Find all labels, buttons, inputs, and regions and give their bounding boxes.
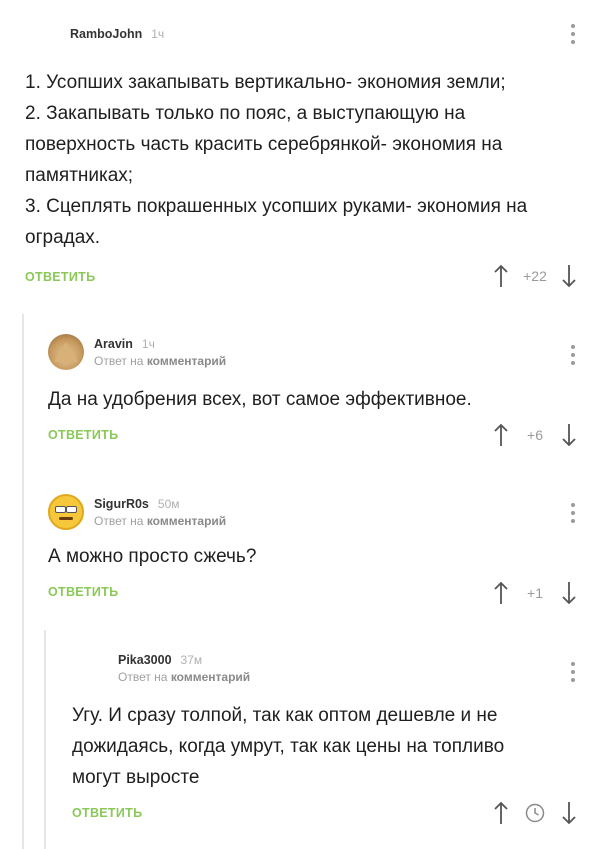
comment-header: RamboJohn 1ч (70, 27, 164, 41)
rating-controls: +6 (493, 423, 577, 447)
rating-value: +22 (523, 268, 547, 284)
reply-to-label: Ответ на комментарий (94, 514, 226, 528)
more-vertical-icon[interactable] (571, 503, 575, 523)
reply-to-label: Ответ на комментарий (94, 354, 226, 368)
comment-time: 1ч (141, 336, 155, 351)
comment-header: Pika3000 37м Ответ на комментарий (118, 653, 250, 684)
comment-text: 1. Усопших закапывать вертикально- эконо… (25, 72, 528, 248)
comment-time: 37м (180, 653, 203, 667)
rating-value: +6 (527, 427, 543, 443)
comment-footer: ОТВЕТИТЬ (72, 806, 142, 820)
more-vertical-icon[interactable] (571, 345, 575, 365)
comment-author[interactable]: SigurR0s (94, 497, 149, 511)
arrow-down-icon[interactable] (561, 423, 577, 447)
avatar[interactable] (48, 334, 84, 370)
rating-controls: +1 (493, 581, 577, 605)
thread-line (44, 630, 46, 849)
arrow-up-icon[interactable] (493, 264, 509, 288)
arrow-down-icon[interactable] (561, 801, 577, 825)
thread-line (22, 314, 24, 849)
arrow-up-icon[interactable] (493, 801, 509, 825)
comment-text: Угу. И сразу толпой, так как оптом дешев… (72, 705, 505, 788)
reply-to-prefix: Ответ на (118, 670, 168, 684)
reply-button[interactable]: ОТВЕТИТЬ (48, 585, 118, 599)
comment-header: Aravin 1ч Ответ на комментарий (48, 334, 226, 370)
comment-author[interactable]: RamboJohn (70, 27, 142, 41)
comment-time: 50м (157, 496, 180, 511)
comment-author[interactable]: Aravin (94, 337, 133, 351)
reply-to-label: Ответ на комментарий (118, 670, 250, 684)
arrow-down-icon[interactable] (561, 264, 577, 288)
comment-time: 1ч (151, 27, 165, 41)
rating-value: +1 (527, 585, 543, 601)
avatar[interactable] (48, 494, 84, 530)
rating-controls (493, 801, 577, 825)
reply-to-prefix: Ответ на (94, 353, 144, 368)
arrow-up-icon[interactable] (493, 581, 509, 605)
clock-icon (525, 803, 545, 823)
rating-controls: +22 (493, 264, 577, 288)
comment-footer: ОТВЕТИТЬ (25, 270, 95, 284)
comment-text: А можно просто сжечь? (48, 546, 257, 567)
comment-author[interactable]: Pika3000 (118, 653, 172, 667)
reply-button[interactable]: ОТВЕТИТЬ (48, 428, 118, 442)
reply-to-link[interactable]: комментарий (171, 670, 250, 684)
comment-text: Да на удобрения всех, вот самое эффектив… (48, 389, 472, 410)
more-vertical-icon[interactable] (571, 24, 575, 44)
arrow-up-icon[interactable] (493, 423, 509, 447)
comment-footer: ОТВЕТИТЬ (48, 585, 118, 599)
reply-button[interactable]: ОТВЕТИТЬ (72, 806, 142, 820)
arrow-down-icon[interactable] (561, 581, 577, 605)
reply-to-link[interactable]: комментарий (147, 354, 226, 368)
reply-to-prefix: Ответ на (94, 513, 144, 528)
reply-to-link[interactable]: комментарий (147, 514, 226, 528)
comment-header: SigurR0s 50м Ответ на комментарий (48, 494, 226, 530)
comment-footer: ОТВЕТИТЬ (48, 428, 118, 442)
more-vertical-icon[interactable] (571, 662, 575, 682)
reply-button[interactable]: ОТВЕТИТЬ (25, 270, 95, 284)
